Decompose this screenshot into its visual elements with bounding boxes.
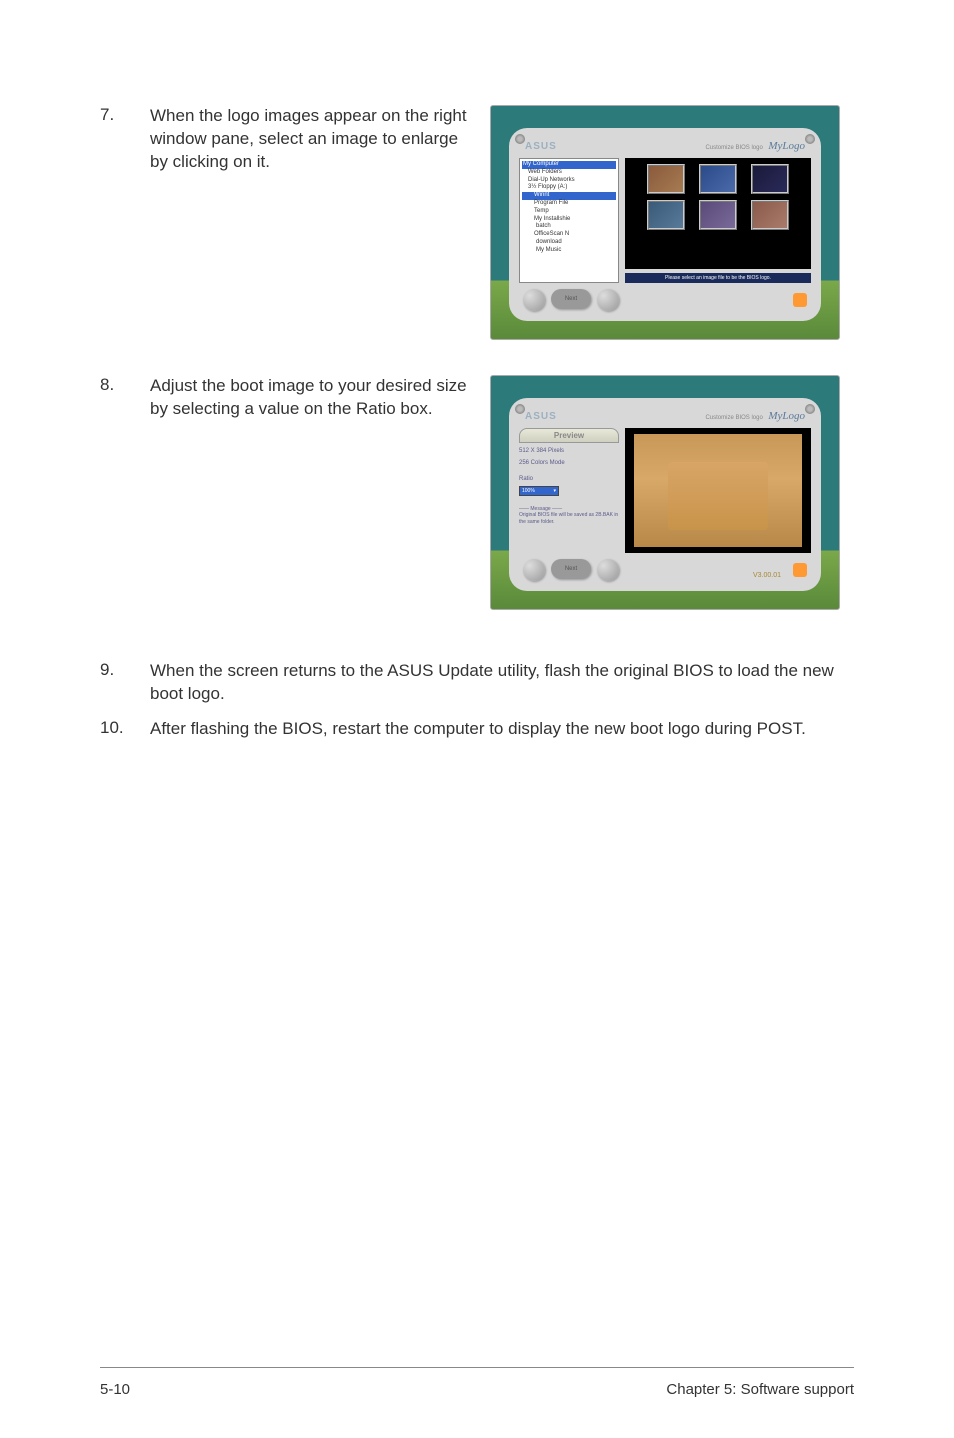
step-9-text: When the screen returns to the ASUS Upda… bbox=[150, 660, 854, 706]
mylogo-label: MyLogo bbox=[768, 140, 805, 152]
preview-tab: Preview bbox=[519, 428, 619, 443]
step-9-number: 9. bbox=[100, 660, 150, 706]
step-7-row: 7. When the logo images appear on the ri… bbox=[100, 105, 854, 340]
page-content: 7. When the logo images appear on the ri… bbox=[0, 0, 954, 741]
tree-item[interactable]: Temp bbox=[522, 208, 616, 216]
tree-item[interactable]: My Music bbox=[522, 247, 616, 255]
asus-logo-icon bbox=[793, 293, 807, 307]
thumbnail[interactable] bbox=[699, 164, 737, 194]
folder-tree[interactable]: My Computer Web Folders Dial-Up Networks… bbox=[519, 158, 619, 283]
page-number: 5-10 bbox=[100, 1381, 130, 1398]
step-10-row: 10. After flashing the BIOS, restart the… bbox=[100, 718, 854, 741]
thumbnail[interactable] bbox=[751, 200, 789, 230]
version-label: V3.00.01 bbox=[753, 572, 781, 579]
thumbnail[interactable] bbox=[647, 200, 685, 230]
tree-item[interactable]: download bbox=[522, 239, 616, 247]
preview-settings-panel: Preview 512 X 384 Pixels 256 Colors Mode… bbox=[519, 428, 619, 553]
screenshot-ratio: ASUS Customize BIOS logo MyLogo Preview … bbox=[490, 375, 840, 610]
thumbnail-grid bbox=[625, 158, 811, 269]
step-8-row: 8. Adjust the boot image to your desired… bbox=[100, 375, 854, 610]
step-8-text: Adjust the boot image to your desired si… bbox=[150, 375, 480, 421]
tree-root[interactable]: My Computer bbox=[522, 161, 616, 169]
step-9-row: 9. When the screen returns to the ASUS U… bbox=[100, 660, 854, 706]
screenshot-select-image: ASUS Customize BIOS logo MyLogo My Compu… bbox=[490, 105, 840, 340]
thumbnail[interactable] bbox=[647, 164, 685, 194]
ratio-label: Ratio bbox=[519, 476, 619, 482]
step-7-number: 7. bbox=[100, 105, 150, 174]
tree-item[interactable]: My Installshie bbox=[522, 216, 616, 224]
cancel-button[interactable] bbox=[597, 289, 619, 311]
tree-item[interactable]: Web Folders bbox=[522, 169, 616, 177]
tree-item[interactable]: Program File bbox=[522, 200, 616, 208]
ratio-value: 100% bbox=[522, 488, 535, 494]
status-bar: Please select an image file to be the BI… bbox=[625, 273, 811, 283]
tree-item[interactable]: Winnt bbox=[522, 192, 616, 200]
chapter-label: Chapter 5: Software support bbox=[666, 1381, 854, 1398]
preview-image bbox=[634, 434, 801, 547]
asus-brand-label: ASUS bbox=[525, 411, 557, 422]
next-button[interactable]: Next bbox=[551, 289, 591, 309]
chevron-down-icon: ▾ bbox=[553, 488, 556, 494]
ratio-dropdown[interactable]: 100% ▾ bbox=[519, 486, 559, 496]
step-8-number: 8. bbox=[100, 375, 150, 421]
customize-label: Customize BIOS logo bbox=[705, 145, 762, 151]
page-footer: 5-10 Chapter 5: Software support bbox=[100, 1381, 854, 1398]
asus-brand-label: ASUS bbox=[525, 141, 557, 152]
tree-item[interactable]: batch bbox=[522, 223, 616, 231]
mylogo-label: MyLogo bbox=[768, 410, 805, 422]
step-7-text: When the logo images appear on the right… bbox=[150, 105, 480, 174]
next-button[interactable]: Next bbox=[551, 559, 591, 579]
colors-label: 256 Colors Mode bbox=[519, 459, 619, 467]
thumbnail[interactable] bbox=[699, 200, 737, 230]
customize-label: Customize BIOS logo bbox=[705, 415, 762, 421]
tree-item[interactable]: 3½ Floppy (A:) bbox=[522, 184, 616, 192]
tree-item[interactable]: OfficeScan N bbox=[522, 231, 616, 239]
pixels-label: 512 X 384 Pixels bbox=[519, 447, 619, 455]
footer-divider bbox=[100, 1367, 854, 1368]
thumbnail[interactable] bbox=[751, 164, 789, 194]
back-button[interactable] bbox=[523, 289, 545, 311]
message-text: Original BIOS file will be saved as 2B.B… bbox=[519, 512, 619, 525]
step-10-text: After flashing the BIOS, restart the com… bbox=[150, 718, 854, 741]
cancel-button[interactable] bbox=[597, 559, 619, 581]
back-button[interactable] bbox=[523, 559, 545, 581]
preview-image-area bbox=[625, 428, 811, 553]
step-10-number: 10. bbox=[100, 718, 150, 741]
asus-logo-icon bbox=[793, 563, 807, 577]
